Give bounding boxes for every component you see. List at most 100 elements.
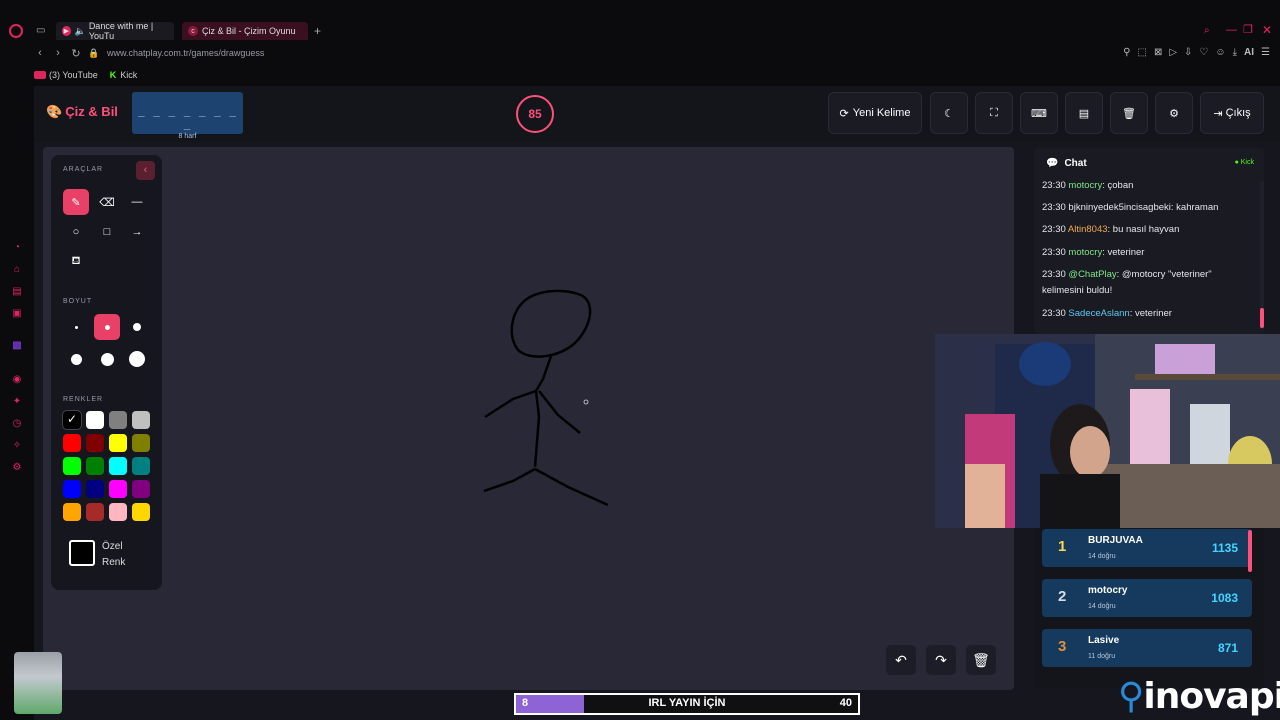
profile-icon[interactable]: ☺ [1215,47,1225,58]
keyboard-button[interactable]: ⌨ [1020,92,1058,134]
size-xs[interactable] [63,314,89,340]
color-swatch[interactable] [63,480,81,498]
tab-drawguess[interactable]: c Çiz & Bil - Çizim Oyunu [182,22,308,40]
line-tool[interactable]: — [124,189,150,215]
menu-icon[interactable]: ☰ [1261,47,1270,58]
leaderboard-scroll-thumb[interactable] [1248,530,1252,572]
circle-tool[interactable]: ○ [63,219,89,245]
adblock-icon[interactable]: ⊠ [1154,47,1162,58]
tip-jar-widget [14,652,62,714]
forward-icon[interactable]: › [49,47,67,59]
arrow-tool[interactable]: → [124,219,150,245]
chat-scroll-thumb[interactable] [1260,308,1264,328]
settings-button[interactable]: ⚙ [1155,92,1193,134]
color-swatch[interactable] [86,503,104,521]
chat-scrollbar[interactable] [1260,181,1264,329]
theme-toggle-button[interactable]: ☾ [930,92,968,134]
aria-icon[interactable]: ◔ [10,241,24,255]
refresh-icon: ⟳ [839,107,849,120]
line-icon: — [131,196,143,208]
search-icon[interactable]: ⌕ [1204,25,1210,36]
eraser-tool[interactable]: ⌫ [94,189,120,215]
color-swatch[interactable] [63,434,81,452]
custom-color-button[interactable] [69,540,95,566]
pin-icon[interactable]: ✦ [10,395,24,409]
tab-overview-icon[interactable]: ▭ [36,25,45,36]
color-swatch[interactable] [63,457,81,475]
close-button[interactable]: ✕ [1262,23,1272,37]
redo-button[interactable]: ↷ [926,645,956,675]
color-swatch[interactable] [86,457,104,475]
brush-tool[interactable]: ✎ [63,189,89,215]
clear-canvas-button[interactable]: 🗑 [966,645,996,675]
ai-button[interactable]: AI [1244,47,1254,58]
chat-message: 23:30 bjkninyedek5incisagbeki: kahraman [1042,200,1252,216]
color-swatch[interactable] [109,457,127,475]
fill-tool[interactable]: ⛾ [63,249,89,275]
color-swatch[interactable] [109,480,127,498]
message-user[interactable]: Altin8043 [1068,224,1108,235]
drawing-canvas[interactable] [43,147,1014,690]
color-swatch[interactable]: ✓ [62,410,82,430]
settings-sidebar-icon[interactable]: ⚙ [10,461,24,475]
size-l[interactable] [63,346,89,372]
history-icon[interactable]: ◷ [10,417,24,431]
message-user[interactable]: motocry [1068,180,1102,191]
player-sidebar-icon[interactable]: ◉ [10,373,24,387]
bookmark-icon[interactable]: ⚲ [1123,47,1130,58]
download-icon[interactable]: ⇩ [1184,47,1192,58]
minimize-button[interactable]: — [1226,24,1237,36]
color-swatch[interactable] [86,480,104,498]
tab-youtube[interactable]: ▶ 🔈 Dance with me | YouTu [56,21,174,41]
message-user[interactable]: motocry [1068,247,1102,258]
size-xxl[interactable] [124,346,150,372]
color-swatch[interactable] [132,434,150,452]
color-swatch[interactable] [86,434,104,452]
lock-icon[interactable]: 🔒 [85,48,103,59]
square-icon: □ [103,226,111,238]
browser-tab-bar: ▭ ▶ 🔈 Dance with me | YouTu c Çiz & Bil … [0,0,1280,42]
new-tab-button[interactable]: + [314,24,321,38]
message-user[interactable]: @ChatPlay [1068,269,1116,280]
exit-button[interactable]: ⇥ Çıkış [1200,92,1264,134]
size-s[interactable] [94,314,120,340]
fullscreen-button[interactable]: ⛶ [975,92,1013,134]
back-icon[interactable]: ‹ [31,47,49,59]
mail-icon[interactable]: ▣ [10,307,24,321]
archive-button[interactable]: ▤ [1065,92,1103,134]
shop-icon[interactable]: ⌂ [10,263,24,277]
undo-button[interactable]: ↶ [886,645,916,675]
rectangle-tool[interactable]: □ [94,219,120,245]
snapshot-icon[interactable]: ⬚ [1137,47,1146,58]
player-icon[interactable]: ▷ [1169,47,1177,58]
opera-logo-icon[interactable] [9,24,23,38]
bookmark-youtube[interactable]: (3) YouTube [49,70,98,80]
new-word-button[interactable]: ⟳ Yeni Kelime [828,92,922,134]
collapse-panel-button[interactable]: ‹ [136,161,155,180]
color-swatch[interactable] [132,503,150,521]
color-swatch[interactable] [86,411,104,429]
color-swatch[interactable] [109,411,127,429]
bookmark-kick[interactable]: Kick [120,70,137,80]
color-swatch[interactable] [63,503,81,521]
extensions-icon[interactable]: ✧ [10,439,24,453]
color-swatch[interactable] [109,503,127,521]
size-m[interactable] [124,314,150,340]
twitch-icon[interactable]: ▩ [10,339,24,353]
color-swatch[interactable] [132,411,150,429]
eraser-icon: ⌫ [99,196,115,209]
message-text: : çoban [1102,180,1134,191]
color-swatch[interactable] [132,480,150,498]
color-swatch[interactable] [109,434,127,452]
messenger-icon[interactable]: ▤ [10,285,24,299]
delete-button[interactable]: 🗑 [1110,92,1148,134]
message-user[interactable]: bjkninyedek5incisagbeki [1068,202,1170,213]
reload-icon[interactable]: ↻ [67,47,85,60]
color-swatch[interactable] [132,457,150,475]
url-field[interactable]: www.chatplay.com.tr/games/drawguess [107,48,264,58]
restore-button[interactable]: ❐ [1243,23,1253,36]
downloads-icon[interactable]: ⤓ [1233,47,1237,58]
message-user[interactable]: SadeceAslann [1068,308,1129,319]
heart-icon[interactable]: ♡ [1199,47,1208,58]
size-xl[interactable] [94,346,120,372]
